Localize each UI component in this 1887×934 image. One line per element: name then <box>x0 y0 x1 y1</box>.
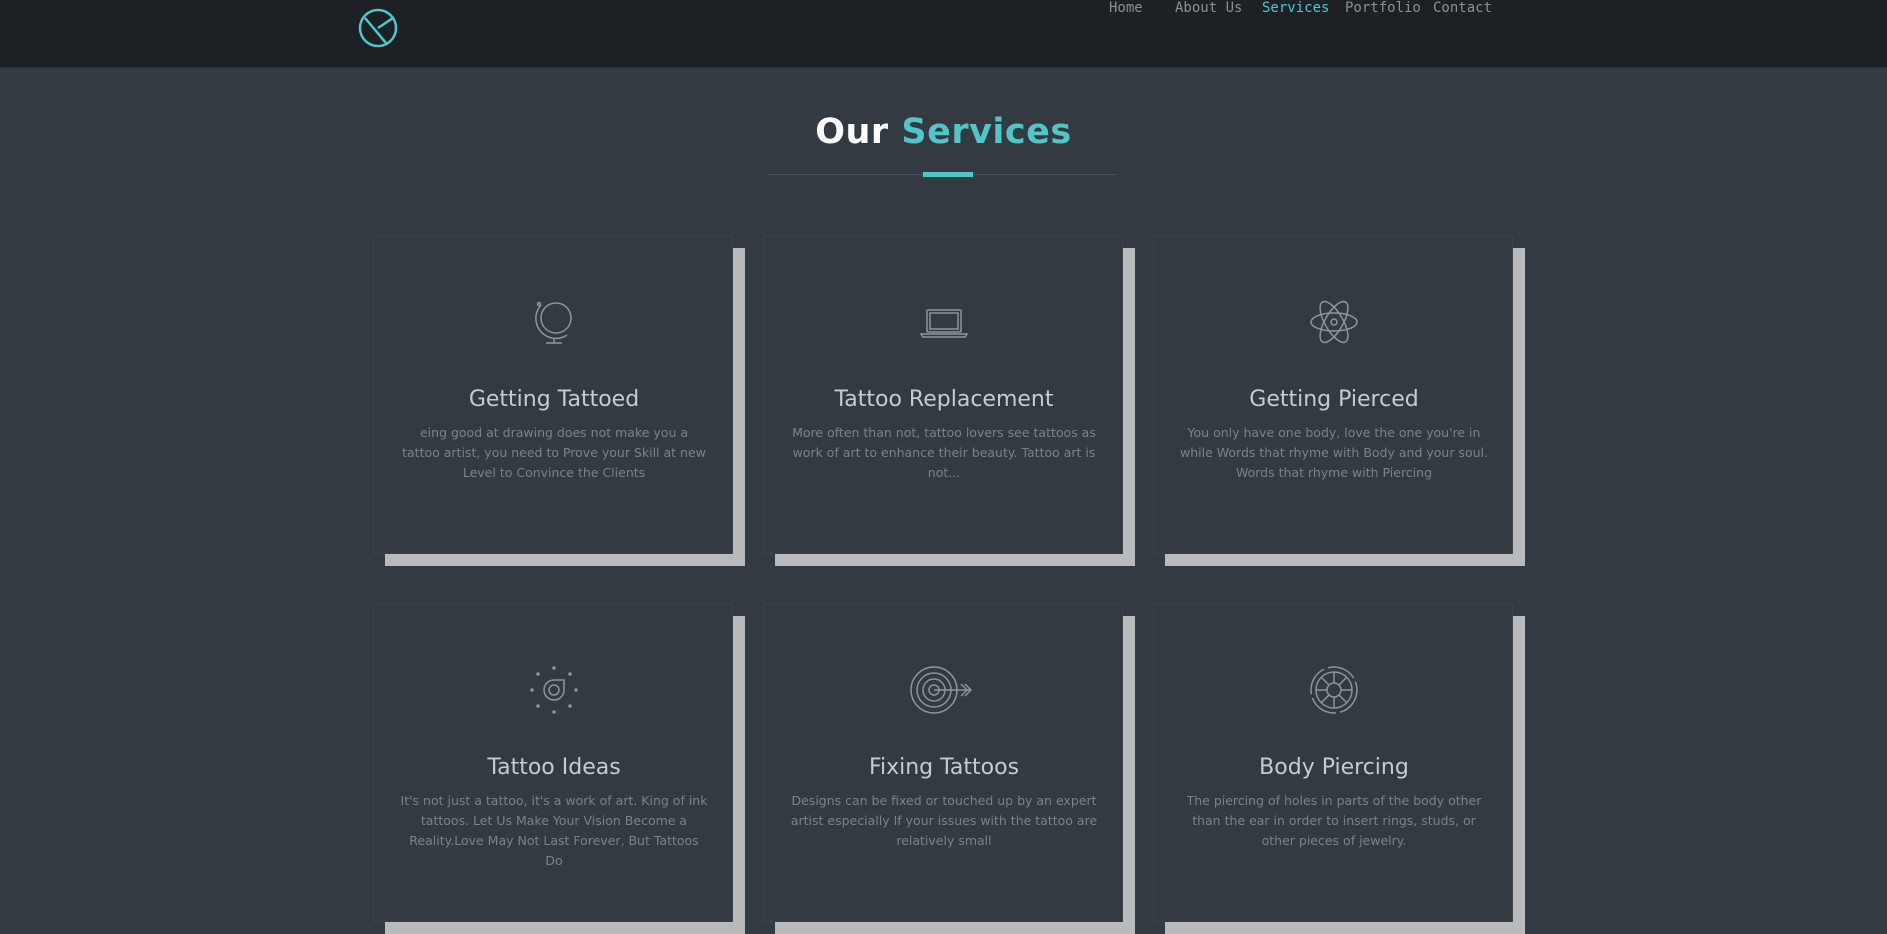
service-card-getting-tattoed[interactable]: Getting Tattoed eing good at drawing doe… <box>373 236 745 566</box>
card-description: eing good at drawing does not make you a… <box>402 425 706 480</box>
service-card-fixing-tattoos[interactable]: Fixing Tattoos Designs can be fixed or t… <box>763 604 1135 934</box>
globe-icon <box>535 301 572 344</box>
card-title: Tattoo Ideas <box>487 755 621 780</box>
card-description: It's not just a tattoo, it's a work of a… <box>400 793 708 868</box>
compass-circle-icon[interactable] <box>356 6 400 50</box>
card-description: You only have one body, love the one you… <box>1180 425 1488 480</box>
section-title-accent: Services <box>901 112 1072 152</box>
laptop-icon <box>919 309 969 338</box>
atom-icon <box>1310 300 1358 344</box>
card-description: The piercing of holes in parts of the bo… <box>1186 793 1482 848</box>
section-title: Our Services <box>0 112 1887 152</box>
card-title: Body Piercing <box>1259 755 1409 780</box>
nav-services[interactable]: Services <box>1262 0 1329 16</box>
top-navbar: Home About Us Services Portfolio Contact <box>0 0 1887 68</box>
card-title: Getting Tattoed <box>468 387 640 412</box>
card-body: Getting Pierced You only have one body, … <box>1153 236 1513 554</box>
card-body: Body Piercing The piercing of holes in p… <box>1153 604 1513 922</box>
card-body: Tattoo Replacement More often than not, … <box>763 236 1123 554</box>
nav-home[interactable]: Home <box>1109 0 1143 16</box>
section-title-main: Our <box>815 112 889 152</box>
card-title: Getting Pierced <box>1249 387 1419 412</box>
nav-portfolio[interactable]: Portfolio <box>1345 0 1421 16</box>
target-arrow-icon <box>910 666 973 714</box>
nav-about-us[interactable]: About Us <box>1175 0 1242 16</box>
card-body: Getting Tattoed eing good at drawing doe… <box>373 236 733 554</box>
card-body: Fixing Tattoos Designs can be fixed or t… <box>763 604 1123 922</box>
card-title: Tattoo Replacement <box>834 387 1054 412</box>
service-card-tattoo-replacement[interactable]: Tattoo Replacement More often than not, … <box>763 236 1135 566</box>
idea-bulb-icon <box>530 666 578 714</box>
service-card-body-piercing[interactable]: Body Piercing The piercing of holes in p… <box>1153 604 1525 934</box>
service-card-getting-pierced[interactable]: Getting Pierced You only have one body, … <box>1153 236 1525 566</box>
service-card-tattoo-ideas[interactable]: Tattoo Ideas It's not just a tattoo, it'… <box>373 604 745 934</box>
title-accent-bar <box>923 172 973 177</box>
card-description: More often than not, tattoo lovers see t… <box>792 425 1096 480</box>
nav-contact[interactable]: Contact <box>1433 0 1492 16</box>
card-title: Fixing Tattoos <box>868 755 1020 780</box>
card-description: Designs can be fixed or touched up by an… <box>790 793 1098 848</box>
card-body: Tattoo Ideas It's not just a tattoo, it'… <box>373 604 733 922</box>
wheel-icon <box>1310 666 1358 714</box>
